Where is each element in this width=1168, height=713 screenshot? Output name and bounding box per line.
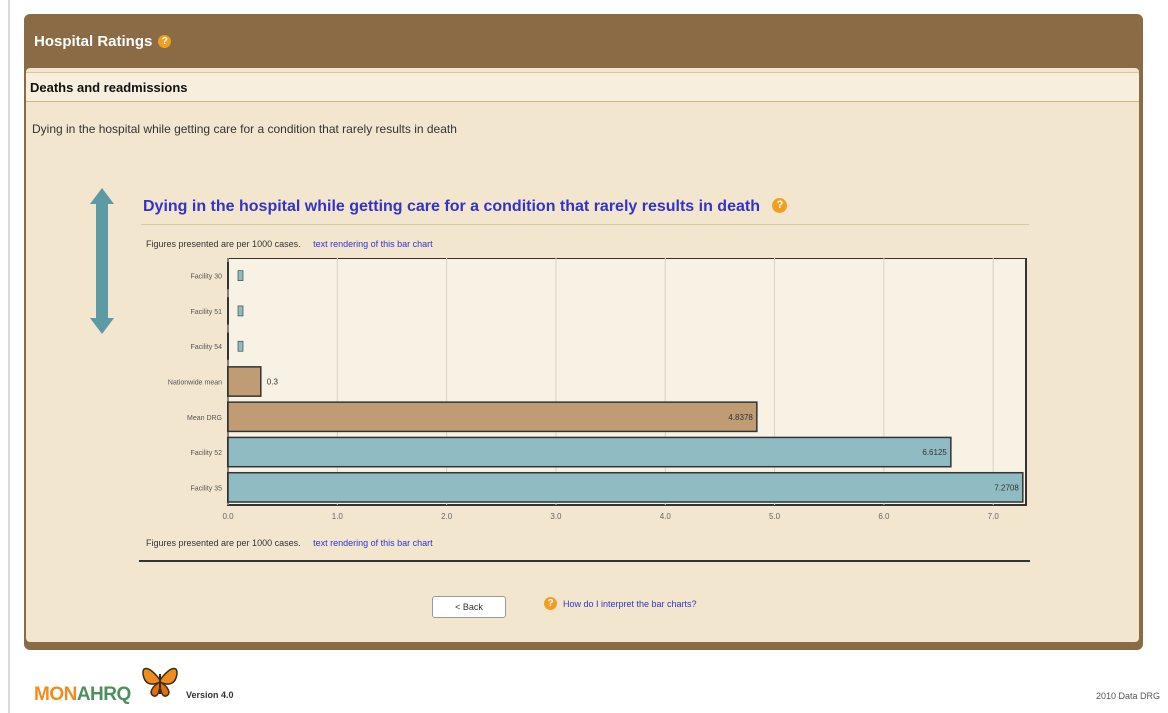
- version-label: Version 4.0: [186, 690, 234, 700]
- logo-text: MONAHRQ: [34, 684, 131, 706]
- category-label: Mean DRG: [187, 415, 222, 422]
- category-label: Facility 35: [190, 485, 222, 492]
- chart-title-text: Dying in the hospital while getting care…: [143, 198, 760, 215]
- bar: [227, 471, 1024, 503]
- section-title-bar: Deaths and readmissions: [26, 72, 1139, 102]
- x-tick-label: 7.0: [988, 512, 1000, 521]
- bar: [237, 340, 244, 352]
- left-border: [8, 0, 10, 713]
- bar: [237, 270, 244, 281]
- logo-mon: MON: [34, 684, 77, 705]
- title-divider: [141, 224, 1029, 225]
- value-label: 0.3: [267, 378, 279, 387]
- bar: [227, 436, 952, 468]
- category-label: Facility 30: [190, 274, 222, 281]
- butterfly-icon: [142, 667, 178, 697]
- category-label: Facility 54: [190, 344, 222, 351]
- help-icon[interactable]: ?: [158, 34, 172, 48]
- measure-description: Dying in the hospital while getting care…: [32, 122, 457, 136]
- interpret-help[interactable]: ? How do I interpret the bar charts?: [544, 597, 697, 610]
- figures-note-bottom: Figures presented are per 1000 cases.: [146, 538, 301, 548]
- bar: [237, 305, 244, 317]
- back-button[interactable]: < Back: [432, 596, 506, 618]
- panel-body: Deaths and readmissions Dying in the hos…: [26, 68, 1139, 642]
- vertical-scroll-icon[interactable]: [90, 188, 114, 334]
- text-rendering-link-bottom[interactable]: text rendering of this bar chart: [313, 538, 433, 548]
- x-tick-label: 0.0: [222, 512, 234, 521]
- monahrq-logo: MONAHRQ: [34, 660, 184, 710]
- figures-note: Figures presented are per 1000 cases.: [146, 239, 301, 249]
- chart-note-top: Figures presented are per 1000 cases. te…: [146, 239, 433, 249]
- interpret-link[interactable]: How do I interpret the bar charts?: [563, 599, 697, 609]
- logo-ahrq: AHRQ: [76, 684, 131, 705]
- plot-area: [227, 258, 1027, 506]
- scroll-down-arrow-icon[interactable]: [90, 318, 114, 334]
- x-tick-label: 6.0: [878, 512, 890, 521]
- value-label: 6.6125: [922, 448, 947, 457]
- chart-title: Dying in the hospital while getting care…: [143, 198, 788, 216]
- chart-bottom-divider: [139, 560, 1030, 562]
- data-year-label: 2010 Data DRG: [1095, 691, 1160, 701]
- category-label: Facility 52: [190, 450, 222, 457]
- x-tick-label: 4.0: [660, 512, 672, 521]
- bar: [227, 401, 758, 433]
- x-tick-label: 3.0: [550, 512, 562, 521]
- category-labels: Facility 30 Facility 51 Facility 54 Nationw…: [168, 274, 222, 493]
- category-label: Facility 51: [190, 309, 222, 316]
- section-title: Deaths and readmissions: [30, 79, 188, 95]
- x-tick-label: 2.0: [441, 512, 453, 521]
- bar-chart: Facility 30 Facility 51 Facility 54 Nationw…: [168, 258, 1027, 521]
- hospital-ratings-panel: Hospital Ratings ? Deaths and readmissio…: [24, 14, 1143, 650]
- panel-header: Hospital Ratings ?: [24, 14, 1143, 68]
- value-label: 7.2708: [994, 483, 1019, 492]
- chart-note-bottom: Figures presented are per 1000 cases. te…: [146, 538, 433, 548]
- x-tick-labels: 0.0 1.0 2.0 3.0 4.0 5.0 6.0 7.0: [222, 512, 999, 521]
- chart-help-icon[interactable]: ?: [772, 198, 788, 213]
- interpret-help-icon[interactable]: ?: [544, 597, 557, 610]
- bar: [227, 366, 262, 397]
- x-tick-label: 1.0: [332, 512, 344, 521]
- text-rendering-link[interactable]: text rendering of this bar chart: [313, 239, 433, 249]
- value-label: 4.8378: [728, 413, 753, 422]
- scroll-handle[interactable]: [96, 202, 108, 320]
- category-label: Nationwide mean: [168, 380, 222, 387]
- x-tick-label: 5.0: [769, 512, 781, 521]
- panel-title: Hospital Ratings: [34, 32, 153, 50]
